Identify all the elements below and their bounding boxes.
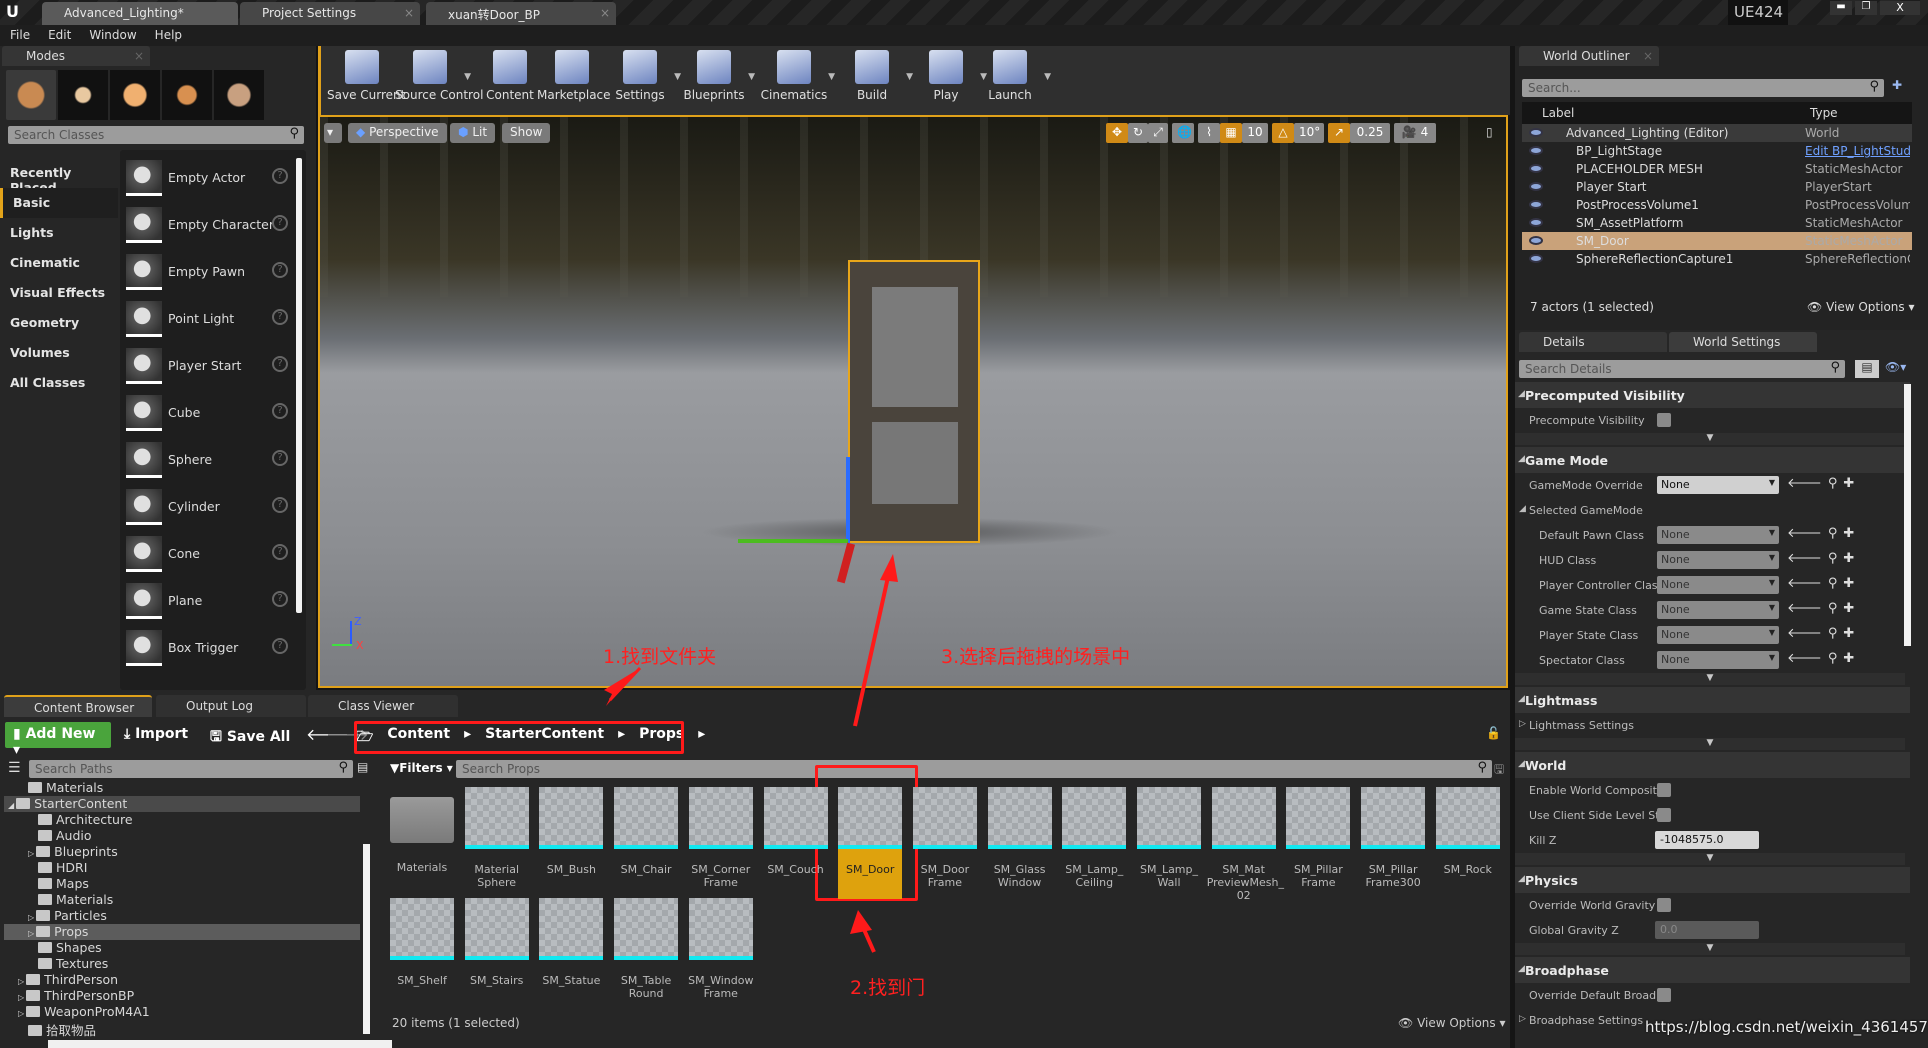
arrow-step2	[850, 910, 872, 934]
arrow-step3	[880, 554, 898, 582]
annotation-arrows	[604, 554, 898, 953]
